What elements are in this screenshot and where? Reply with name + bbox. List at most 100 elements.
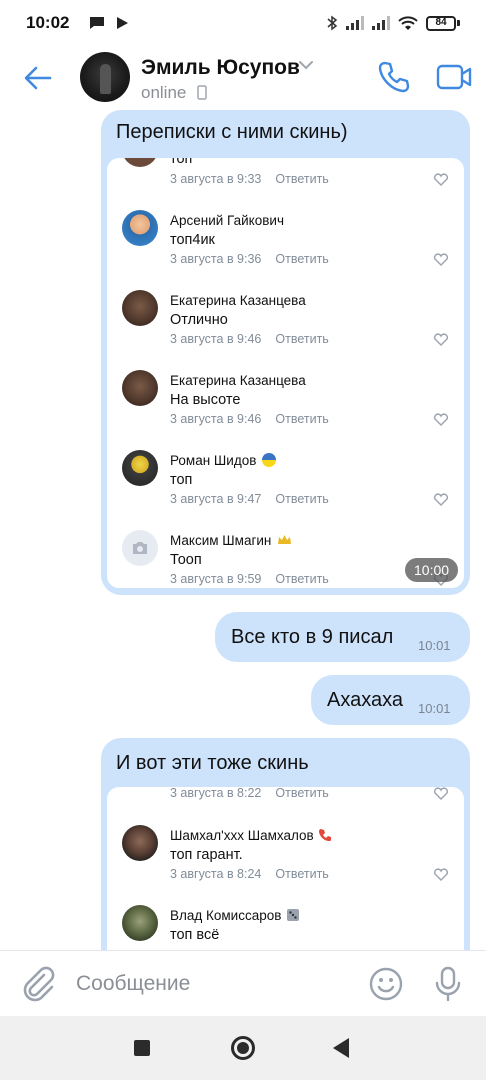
message-composer [0, 950, 486, 1016]
status-time: 10:02 [26, 13, 70, 32]
attach-button[interactable] [20, 965, 56, 1003]
heart-icon[interactable] [433, 332, 449, 346]
message-text: Переписки с ними скинь) [116, 121, 348, 143]
home-button[interactable] [231, 1036, 255, 1060]
voice-message-button[interactable] [433, 966, 463, 1002]
comment-item[interactable]: Арсений Гайкович топ4ик 3 августа в 9:36… [107, 210, 464, 290]
heart-icon[interactable] [433, 252, 449, 266]
comment-avatar[interactable] [122, 290, 158, 326]
comment-avatar[interactable] [122, 210, 158, 246]
phone-icon [378, 61, 410, 93]
heart-icon[interactable] [433, 172, 449, 186]
comment-date: 3 августа в 9:59 [170, 572, 262, 586]
comment-item[interactable]: Екатерина Казанцева Отлично 3 августа в … [107, 290, 464, 370]
reply-link[interactable]: Ответить [275, 332, 328, 346]
mic-icon [435, 966, 461, 1002]
contact-avatar[interactable] [80, 52, 130, 102]
comment-item[interactable]: Екатерина Казанцева На высоте 3 августа … [107, 370, 464, 450]
call-button[interactable] [377, 60, 411, 94]
comment-date: 3 августа в 9:33 [170, 172, 262, 186]
comments-card[interactable]: 3 августа в 8:22 Ответить Шамхал'ххх Шамх… [107, 787, 464, 950]
message-text: И вот эти тоже скинь [116, 752, 309, 774]
comment-meta: 3 августа в 9:46 Ответить [170, 412, 329, 426]
contact-name[interactable]: Эмиль Юсупов [141, 56, 300, 80]
comment-date: 3 августа в 9:46 [170, 412, 262, 426]
outgoing-message[interactable]: Ахахаха 10:01 [311, 675, 470, 725]
reply-link[interactable]: Ответить [275, 252, 328, 266]
chevron-down-icon[interactable] [298, 60, 314, 70]
comment-item[interactable]: Шамхал'ххх Шамхалов топ гарант. 3 август… [107, 825, 464, 905]
reply-link[interactable]: Ответить [275, 172, 328, 186]
reply-link[interactable]: Ответить [275, 867, 328, 881]
comment-meta: 3 августа в 9:33 Ответить [170, 172, 329, 186]
comment-item[interactable]: Влад Комиссаров топ всё [107, 905, 464, 950]
contact-status: online [141, 83, 207, 103]
battery-level: 84 [426, 15, 456, 31]
comment-item[interactable]: топ 3 августа в 9:33 Ответить [107, 158, 464, 211]
comments-card[interactable]: топ 3 августа в 9:33 Ответить Арсений Гай… [107, 158, 464, 588]
reply-link[interactable]: Ответить [275, 492, 328, 506]
signal-icon [346, 16, 364, 30]
battery-icon: 84 [426, 15, 460, 31]
back-button[interactable] [20, 60, 56, 96]
reply-link[interactable]: Ответить [275, 412, 328, 426]
heart-icon[interactable] [433, 867, 449, 881]
signal-icon-2 [372, 16, 390, 30]
system-nav-bar [0, 1016, 486, 1080]
comment-date: 3 августа в 9:36 [170, 252, 262, 266]
comment-author-row: Роман Шидов [170, 453, 277, 468]
comment-author[interactable]: Арсений Гайкович [170, 213, 284, 228]
comment-text: топ [170, 472, 193, 488]
recent-apps-button[interactable] [134, 1040, 150, 1056]
comment-author-row: Влад Комиссаров [170, 908, 300, 923]
comment-date: 3 августа в 8:22 [170, 787, 262, 800]
system-back-button[interactable] [333, 1038, 349, 1058]
comment-avatar[interactable] [122, 825, 158, 861]
comment-author[interactable]: Максим Шмагин [170, 533, 271, 548]
forwarded-message[interactable]: И вот эти тоже скинь 3 августа в 8:22 Отв… [101, 738, 470, 950]
forwarded-message[interactable]: Переписки с ними скинь) топ 3 августа в … [101, 110, 470, 595]
attach-icon [23, 966, 55, 1002]
status-bar: 10:02 84 [0, 0, 486, 46]
chat-header: Эмиль Юсупов online [0, 46, 486, 110]
comment-text: На высоте [170, 392, 241, 408]
comment-item[interactable]: 3 августа в 8:22 Ответить [107, 787, 464, 824]
comment-meta: 3 августа в 9:36 Ответить [170, 252, 329, 266]
comment-meta: 3 августа в 8:24 Ответить [170, 867, 329, 881]
comment-avatar[interactable] [122, 158, 158, 167]
message-input[interactable] [76, 969, 346, 999]
comment-author[interactable]: Екатерина Казанцева [170, 293, 306, 308]
heart-icon[interactable] [433, 412, 449, 426]
comment-author[interactable]: Шамхал'ххх Шамхалов [170, 828, 314, 843]
comment-author[interactable]: Екатерина Казанцева [170, 373, 306, 388]
comment-text: Отлично [170, 312, 228, 328]
comment-meta: 3 августа в 8:22 Ответить [170, 787, 329, 800]
comment-text: топ [170, 158, 193, 167]
comment-avatar[interactable] [122, 530, 158, 566]
comment-date: 3 августа в 9:47 [170, 492, 262, 506]
message-text: Все кто в 9 писал [231, 626, 394, 648]
reply-link[interactable]: Ответить [275, 572, 328, 586]
outgoing-message[interactable]: Все кто в 9 писал 10:01 [215, 612, 470, 662]
comment-text: топ всё [170, 927, 220, 943]
emoji-button[interactable] [368, 966, 404, 1002]
play-notification-icon [117, 17, 129, 29]
heart-icon[interactable] [433, 492, 449, 506]
video-icon [436, 64, 472, 90]
chat-messages[interactable]: Переписки с ними скинь) топ 3 августа в … [0, 110, 486, 950]
comment-meta: 3 августа в 9:46 Ответить [170, 332, 329, 346]
comment-author[interactable]: Влад Комиссаров [170, 908, 281, 923]
dice-icon [287, 909, 300, 921]
heart-icon[interactable] [433, 787, 449, 800]
comment-item[interactable]: Роман Шидов топ 3 августа в 9:47 Ответить [107, 450, 464, 530]
comment-avatar[interactable] [122, 450, 158, 486]
comment-author[interactable]: Роман Шидов [170, 453, 256, 468]
video-call-button[interactable] [436, 62, 472, 92]
comment-avatar[interactable] [122, 905, 158, 941]
comment-avatar[interactable] [122, 370, 158, 406]
message-time: 10:01 [418, 701, 451, 716]
reply-link[interactable]: Ответить [275, 787, 328, 800]
comment-date: 3 августа в 8:24 [170, 867, 262, 881]
comment-date: 3 августа в 9:46 [170, 332, 262, 346]
comment-meta: 3 августа в 9:47 Ответить [170, 492, 329, 506]
